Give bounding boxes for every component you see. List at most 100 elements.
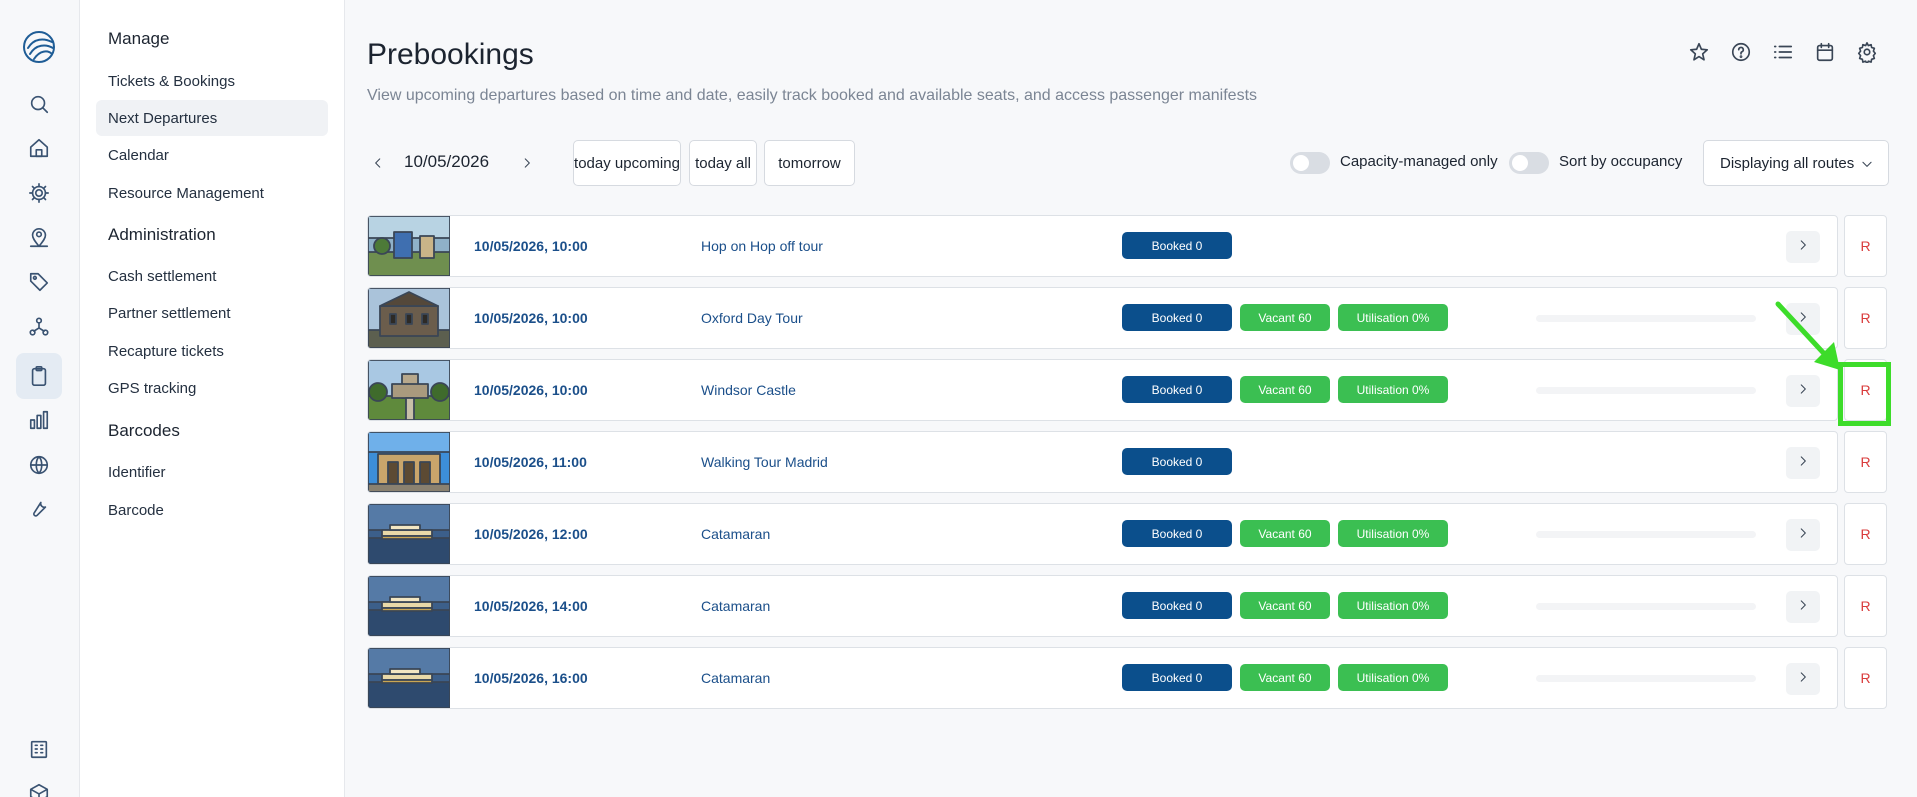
departure-card[interactable]: 10/05/2026, 12:00 Catamaran Booked 0 Vacant…: [367, 503, 1838, 565]
route-thumbnail: [368, 360, 450, 420]
departure-datetime: 10/05/2026, 11:00: [474, 454, 587, 470]
chevron-right-icon: [1796, 238, 1810, 257]
departure-datetime: 10/05/2026, 10:00: [474, 382, 588, 398]
open-departure-button[interactable]: [1786, 591, 1820, 623]
seat-badges: Booked 0 Vacant 60 Utilisation 0%: [1122, 304, 1448, 331]
box-icon[interactable]: [25, 779, 53, 797]
section-manage-title: Manage: [108, 29, 170, 48]
tag-icon[interactable]: [25, 268, 53, 296]
wrench-icon[interactable]: [25, 494, 53, 522]
departure-row: 10/05/2026, 10:00 Oxford Day Tour Booked 0…: [367, 287, 1887, 349]
open-departure-button[interactable]: [1786, 375, 1820, 407]
page-title: Prebookings: [367, 38, 534, 71]
route-link[interactable]: Windsor Castle: [701, 382, 796, 398]
utilisation-badge: Utilisation 0%: [1338, 376, 1448, 403]
list-icon[interactable]: [1771, 40, 1795, 64]
booked-badge: Booked 0: [1122, 520, 1232, 547]
today-all-button[interactable]: today all: [689, 140, 757, 186]
sidebar-item-identifier[interactable]: Identifier: [96, 454, 328, 490]
prev-date-button[interactable]: [367, 152, 389, 174]
seat-badges: Booked 0 Vacant 60 Utilisation 0%: [1122, 376, 1448, 403]
open-departure-button[interactable]: [1786, 231, 1820, 263]
departure-datetime: 10/05/2026, 10:00: [474, 238, 588, 254]
utilisation-bar: [1536, 603, 1756, 610]
clipboard-icon[interactable]: [16, 353, 62, 399]
capacity-managed-toggle[interactable]: [1290, 152, 1330, 174]
sidebar-item-cash-settlement[interactable]: Cash settlement: [96, 258, 328, 294]
open-departure-button[interactable]: [1786, 447, 1820, 479]
top-actions: [1687, 40, 1879, 64]
chevron-down-icon: [1860, 157, 1874, 175]
departure-row: 10/05/2026, 10:00 Hop on Hop off tour Book…: [367, 215, 1887, 277]
bar-chart-icon[interactable]: [25, 406, 53, 434]
utilisation-bar: [1536, 387, 1756, 394]
network-icon[interactable]: [25, 313, 53, 341]
route-link[interactable]: Walking Tour Madrid: [701, 454, 828, 470]
departure-card[interactable]: 10/05/2026, 11:00 Walking Tour Madrid Book…: [367, 431, 1838, 493]
tomorrow-button[interactable]: tomorrow: [764, 140, 855, 186]
r-button[interactable]: R: [1844, 431, 1887, 493]
location-user-icon[interactable]: [25, 224, 53, 252]
r-button[interactable]: R: [1844, 647, 1887, 709]
departure-row: 10/05/2026, 10:00 Windsor Castle Booked 0 V…: [367, 359, 1887, 421]
r-button[interactable]: R: [1844, 287, 1887, 349]
sidebar-item-tickets-bookings[interactable]: Tickets & Bookings: [96, 63, 328, 99]
home-icon[interactable]: [25, 134, 53, 162]
utilisation-badge: Utilisation 0%: [1338, 592, 1448, 619]
sidebar-item-gps-tracking[interactable]: GPS tracking: [96, 370, 328, 406]
departure-card[interactable]: 10/05/2026, 10:00 Windsor Castle Booked 0 V…: [367, 359, 1838, 421]
sort-by-occupancy-label: Sort by occupancy: [1559, 153, 1683, 170]
today-upcoming-button[interactable]: today upcoming: [573, 140, 681, 186]
vacant-badge: Vacant 60: [1240, 376, 1330, 403]
open-departure-button[interactable]: [1786, 519, 1820, 551]
r-button[interactable]: R: [1844, 215, 1887, 277]
chevron-right-icon: [1796, 454, 1810, 473]
sidebar-item-resource-management[interactable]: Resource Management: [96, 175, 328, 211]
globe-icon[interactable]: [25, 451, 53, 479]
route-link[interactable]: Catamaran: [701, 598, 770, 614]
capacity-managed-label: Capacity-managed only: [1340, 153, 1498, 170]
booked-badge: Booked 0: [1122, 448, 1232, 475]
departure-card[interactable]: 10/05/2026, 10:00 Hop on Hop off tour Book…: [367, 215, 1838, 277]
departure-card[interactable]: 10/05/2026, 10:00 Oxford Day Tour Booked 0…: [367, 287, 1838, 349]
routes-select[interactable]: Displaying all routes: [1703, 140, 1889, 186]
departure-row: 10/05/2026, 14:00 Catamaran Booked 0 Vacant…: [367, 575, 1887, 637]
calendar-icon[interactable]: [1813, 40, 1837, 64]
sort-by-occupancy-toggle[interactable]: [1509, 152, 1549, 174]
help-icon[interactable]: [1729, 40, 1753, 64]
sidebar-item-recapture-tickets[interactable]: Recapture tickets: [96, 333, 328, 369]
gear-icon[interactable]: [25, 179, 53, 207]
logo-icon[interactable]: [20, 28, 58, 66]
utilisation-badge: Utilisation 0%: [1338, 304, 1448, 331]
seat-badges: Booked 0 Vacant 60 Utilisation 0%: [1122, 592, 1448, 619]
search-icon[interactable]: [25, 90, 53, 118]
building-icon[interactable]: [25, 735, 53, 763]
departure-row: 10/05/2026, 12:00 Catamaran Booked 0 Vacant…: [367, 503, 1887, 565]
r-button[interactable]: R: [1844, 575, 1887, 637]
route-link[interactable]: Catamaran: [701, 670, 770, 686]
open-departure-button[interactable]: [1786, 663, 1820, 695]
departure-datetime: 10/05/2026, 10:00: [474, 310, 588, 326]
vacant-badge: Vacant 60: [1240, 520, 1330, 547]
departure-card[interactable]: 10/05/2026, 14:00 Catamaran Booked 0 Vacant…: [367, 575, 1838, 637]
sidebar-item-partner-settlement[interactable]: Partner settlement: [96, 295, 328, 331]
sidebar-item-next-departures[interactable]: Next Departures: [96, 100, 328, 136]
r-button[interactable]: R: [1844, 503, 1887, 565]
booked-badge: Booked 0: [1122, 592, 1232, 619]
route-link[interactable]: Hop on Hop off tour: [701, 238, 823, 254]
route-link[interactable]: Catamaran: [701, 526, 770, 542]
current-date: 10/05/2026: [404, 152, 490, 171]
departure-card[interactable]: 10/05/2026, 16:00 Catamaran Booked 0 Vacant…: [367, 647, 1838, 709]
next-date-button[interactable]: [516, 152, 538, 174]
route-thumbnail: [368, 432, 450, 492]
departure-datetime: 10/05/2026, 14:00: [474, 598, 588, 614]
chevron-right-icon: [1796, 598, 1810, 617]
utilisation-bar: [1536, 315, 1756, 322]
route-link[interactable]: Oxford Day Tour: [701, 310, 803, 326]
settings-icon[interactable]: [1855, 40, 1879, 64]
routes-select-value: Displaying all routes: [1720, 154, 1855, 172]
star-icon[interactable]: [1687, 40, 1711, 64]
sidebar-item-barcode[interactable]: Barcode: [96, 492, 328, 528]
seat-badges: Booked 0 Vacant 60 Utilisation 0%: [1122, 664, 1448, 691]
sidebar-item-calendar[interactable]: Calendar: [96, 137, 328, 173]
